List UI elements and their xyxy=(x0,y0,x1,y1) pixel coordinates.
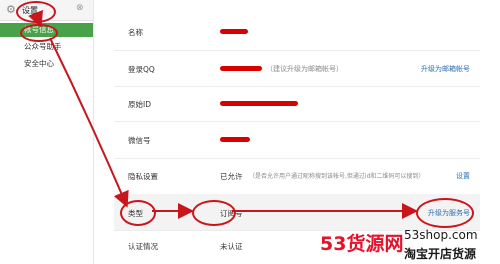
watermark-slogan: 淘宝开店货源 xyxy=(404,247,477,261)
watermark-brand: 53货源网 xyxy=(320,233,404,255)
arrow-account-to-type xyxy=(49,37,129,208)
arrow-settings-to-account xyxy=(28,9,43,28)
watermark-site: 53shop.com xyxy=(404,228,478,242)
annotation-arrows xyxy=(28,9,418,219)
watermark: 53货源网 53shop.com 淘宝开店货源 xyxy=(320,226,500,264)
